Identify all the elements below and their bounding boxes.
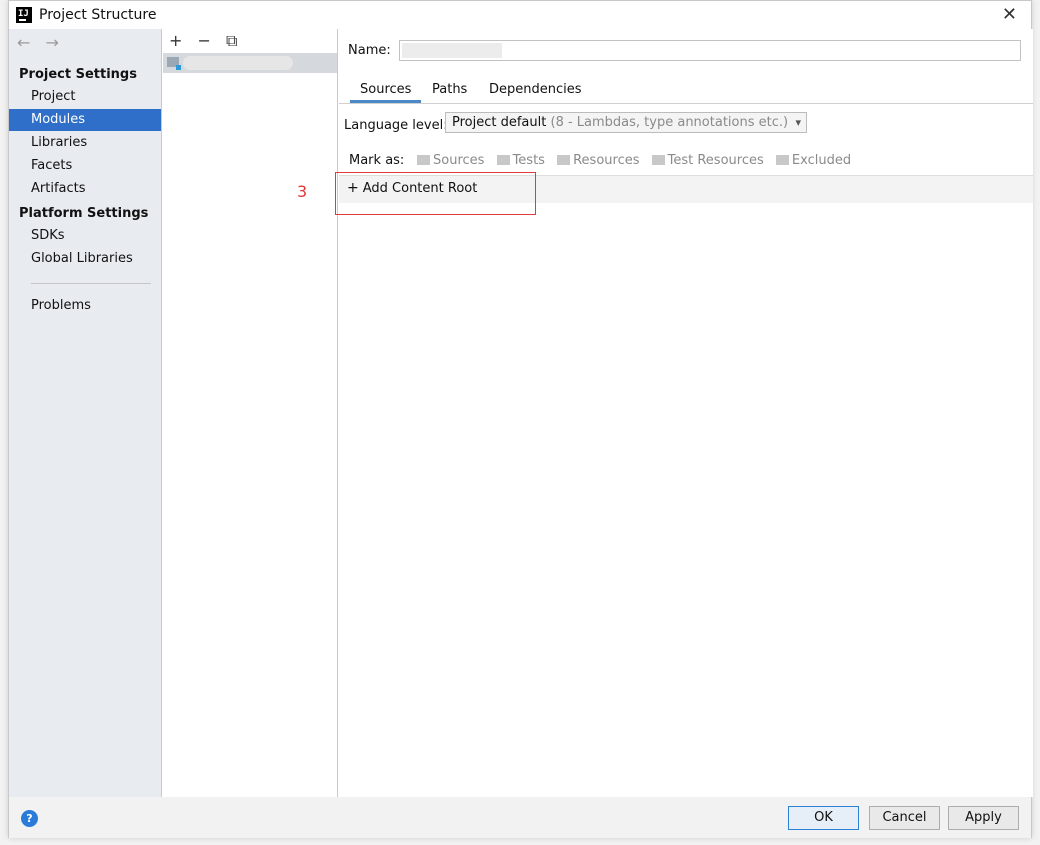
mark-test-resources-button[interactable]: Test Resources bbox=[651, 153, 764, 168]
excluded-folder-icon bbox=[775, 155, 789, 165]
add-module-icon[interactable]: + bbox=[169, 31, 182, 50]
redacted-module-name bbox=[183, 56, 293, 70]
modules-list-panel: + − ⧉ bbox=[163, 29, 338, 797]
tab-divider bbox=[339, 103, 1033, 104]
mark-resources-button[interactable]: Resources bbox=[557, 153, 639, 168]
tests-folder-icon bbox=[496, 155, 510, 165]
platform-settings-heading: Platform Settings bbox=[19, 206, 149, 221]
settings-sidebar: ← → Project Settings Project Modules Lib… bbox=[9, 29, 162, 797]
sidebar-item-problems[interactable]: Problems bbox=[9, 295, 161, 317]
redacted-name-value bbox=[402, 43, 502, 58]
project-settings-heading: Project Settings bbox=[19, 67, 137, 82]
sidebar-item-project[interactable]: Project bbox=[9, 86, 161, 108]
module-settings-content: Name: Sources Paths Dependencies Languag… bbox=[297, 29, 1033, 797]
annotation-highlight-box bbox=[335, 172, 536, 215]
module-toolbar: + − ⧉ bbox=[169, 31, 247, 51]
sidebar-item-artifacts[interactable]: Artifacts bbox=[9, 178, 161, 200]
mark-sources-button[interactable]: Sources bbox=[417, 153, 484, 168]
back-arrow-icon[interactable]: ← bbox=[17, 33, 30, 52]
mark-as-label: Mark as: bbox=[349, 153, 405, 168]
sidebar-item-sdks[interactable]: SDKs bbox=[9, 225, 161, 247]
title-bar: IJ Project Structure ✕ bbox=[9, 1, 1031, 29]
sidebar-item-libraries[interactable]: Libraries bbox=[9, 132, 161, 154]
language-level-hint: (8 - Lambdas, type annotations etc.) bbox=[550, 115, 789, 130]
cancel-button[interactable]: Cancel bbox=[869, 806, 940, 830]
module-name-input[interactable] bbox=[399, 40, 1021, 61]
sources-folder-icon bbox=[417, 155, 430, 165]
nav-arrows: ← → bbox=[17, 33, 69, 52]
sidebar-item-global-libraries[interactable]: Global Libraries bbox=[9, 248, 161, 270]
annotation-step-number: 3 bbox=[297, 182, 308, 201]
language-level-value: Project default bbox=[452, 115, 547, 130]
chevron-down-icon: ▾ bbox=[795, 116, 801, 129]
help-icon[interactable]: ? bbox=[21, 810, 38, 827]
mark-as-toolbar: Sources Tests Resources Test Resources E… bbox=[417, 153, 859, 168]
forward-arrow-icon[interactable]: → bbox=[46, 33, 59, 52]
ok-button[interactable]: OK bbox=[788, 806, 859, 830]
resources-folder-icon bbox=[557, 155, 571, 165]
project-structure-dialog: IJ Project Structure ✕ ← → Project Setti… bbox=[8, 0, 1033, 838]
name-label: Name: bbox=[348, 43, 391, 58]
apply-button[interactable]: Apply bbox=[948, 806, 1019, 830]
language-level-label: Language level: bbox=[344, 118, 448, 133]
dialog-footer: ? OK Cancel Apply bbox=[9, 797, 1031, 838]
test-resources-folder-icon bbox=[651, 155, 665, 165]
mark-excluded-button[interactable]: Excluded bbox=[775, 153, 851, 168]
module-list-item[interactable] bbox=[163, 53, 337, 73]
copy-module-icon[interactable]: ⧉ bbox=[226, 31, 237, 50]
tab-sources[interactable]: Sources bbox=[350, 81, 422, 103]
module-folder-icon bbox=[167, 57, 181, 70]
remove-module-icon[interactable]: − bbox=[198, 31, 211, 50]
tab-dependencies[interactable]: Dependencies bbox=[479, 81, 592, 103]
close-icon[interactable]: ✕ bbox=[1002, 4, 1017, 25]
intellij-icon: IJ bbox=[16, 7, 32, 23]
sidebar-divider bbox=[31, 283, 151, 284]
tab-paths[interactable]: Paths bbox=[422, 81, 477, 103]
window-title: Project Structure bbox=[39, 7, 157, 23]
language-level-select[interactable]: Project default (8 - Lambdas, type annot… bbox=[445, 112, 807, 133]
sidebar-item-modules[interactable]: Modules bbox=[9, 109, 161, 131]
sidebar-item-facets[interactable]: Facets bbox=[9, 155, 161, 177]
mark-tests-button[interactable]: Tests bbox=[496, 153, 545, 168]
